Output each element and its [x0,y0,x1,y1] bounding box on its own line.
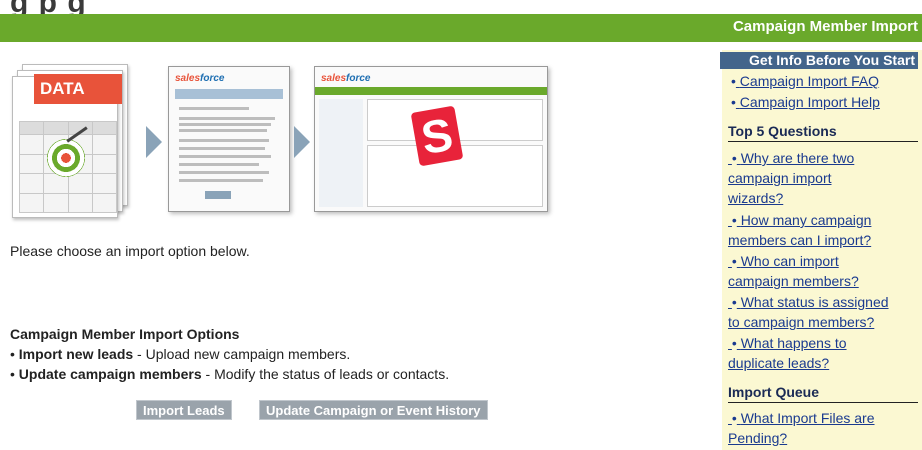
import-process-illustration: DATA salesforce salesforce S [0,58,560,230]
import-prompt: Please choose an import option below. [10,243,250,259]
get-info-heading: Get Info Before You Start [720,52,918,69]
page-header-bar: Campaign Member Import [0,14,922,42]
salesforce-s-logo: S [410,105,464,167]
option-label: Import new leads [18,346,134,362]
update-campaign-history-button[interactable]: Update Campaign or Event History [259,400,488,420]
import-leads-button[interactable]: Import Leads [136,400,232,420]
campaign-import-faq-link[interactable]: • Campaign Import FAQ [731,71,879,91]
banner-cutoff-text: g p g [10,0,87,14]
arrow-right-icon [294,126,310,158]
question-how-many-members-link[interactable]: • How many campaign members can I import… [728,210,871,250]
top5-questions-heading: Top 5 Questions [728,121,918,142]
option-import-new-leads: • Import new leads - Upload new campaign… [10,346,351,362]
salesforce-app-screenshot: salesforce S [314,66,548,212]
option-description: - Modify the status of leads or contacts… [201,366,450,382]
salesforce-logo: salesforce [321,73,371,84]
option-update-campaign-members: • Update campaign members - Modify the s… [10,366,450,382]
data-label: DATA [34,74,122,104]
import-wizard-screenshot: salesforce [168,66,290,212]
page-title: Campaign Member Import [732,18,918,35]
top-banner-remnant: g p g [0,0,922,14]
pending-import-files-link[interactable]: • What Import Files are Pending? [728,408,875,448]
question-status-assigned-link[interactable]: • What status is assigned to campaign me… [728,292,889,332]
question-duplicate-leads-link[interactable]: • What happens to duplicate leads? [728,333,847,373]
option-label: Update campaign members [18,366,202,382]
salesforce-logo: salesforce [175,73,225,84]
arrow-right-icon [146,126,162,158]
import-queue-heading: Import Queue [728,382,918,403]
question-two-wizards-link[interactable]: • Why are there two campaign import wiza… [728,148,854,208]
question-who-can-import-link[interactable]: • Who can import campaign members? [728,251,859,291]
target-icon [47,139,85,177]
data-files-icon: DATA [12,64,132,218]
option-description: - Upload new campaign members. [133,346,351,362]
options-heading: Campaign Member Import Options [10,326,240,342]
campaign-import-help-link[interactable]: • Campaign Import Help [731,92,880,112]
